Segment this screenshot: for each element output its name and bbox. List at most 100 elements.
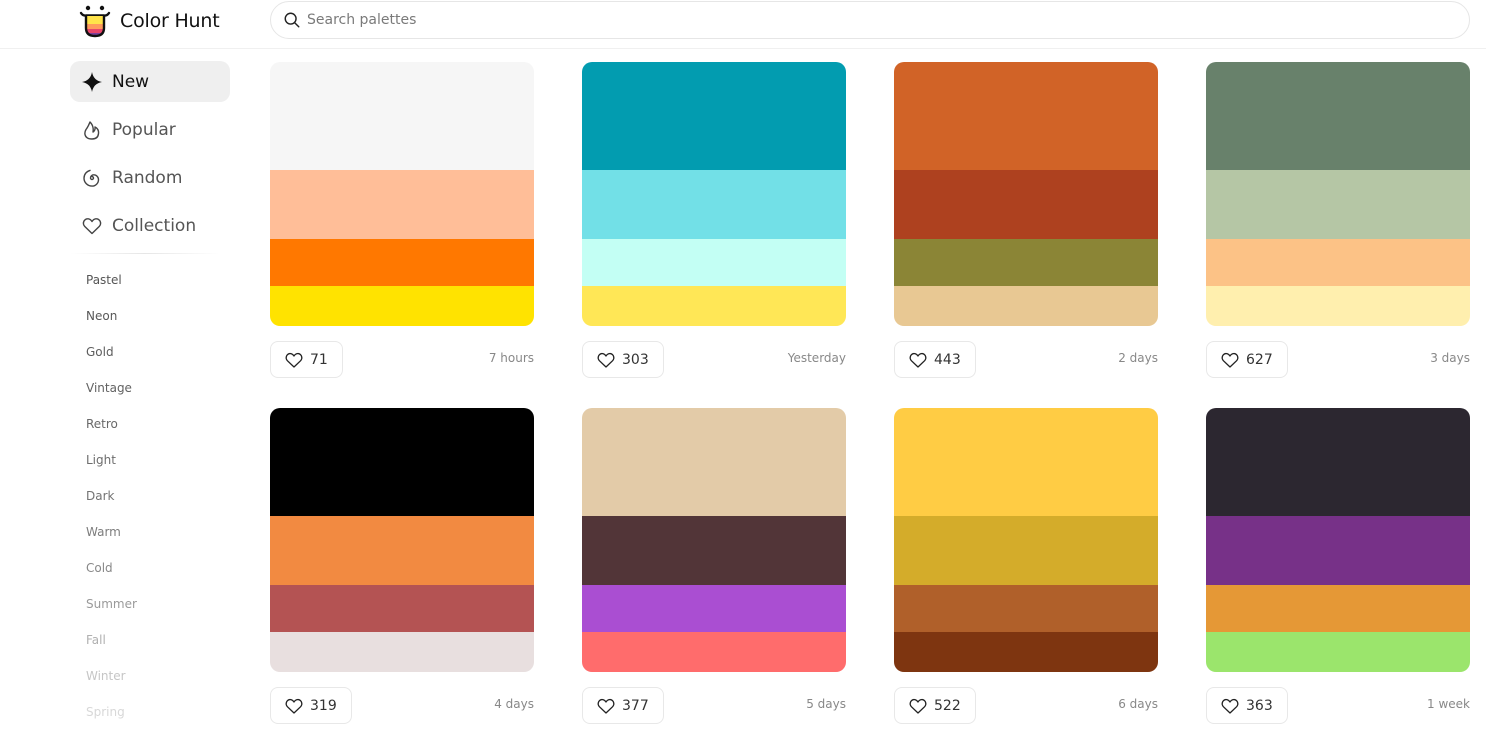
color-swatch[interactable] [270, 286, 534, 326]
color-swatch[interactable] [270, 239, 534, 286]
color-swatch[interactable] [894, 632, 1158, 672]
color-swatch[interactable] [1206, 632, 1470, 672]
color-swatch[interactable] [582, 170, 846, 239]
color-swatch[interactable] [894, 516, 1158, 585]
palette-swatches[interactable] [894, 408, 1158, 672]
like-button[interactable]: 627 [1206, 341, 1288, 378]
color-swatch[interactable] [894, 408, 1158, 516]
palette-footer: 522 6 days [894, 687, 1158, 736]
like-button[interactable]: 303 [582, 341, 664, 378]
heart-icon [82, 217, 102, 234]
logo-text: Color Hunt [120, 10, 220, 32]
color-swatch[interactable] [1206, 408, 1470, 516]
like-count: 377 [622, 697, 649, 714]
color-swatch[interactable] [1206, 170, 1470, 239]
nav-item-new[interactable]: New [70, 61, 230, 102]
like-count: 522 [934, 697, 961, 714]
tag-retro[interactable]: Retro [86, 414, 230, 450]
color-swatch[interactable] [1206, 585, 1470, 632]
tag-dark[interactable]: Dark [86, 486, 230, 522]
tag-light[interactable]: Light [86, 450, 230, 486]
spiral-icon [83, 169, 100, 187]
nav-item-random[interactable]: Random [70, 157, 230, 198]
heart-icon [1221, 698, 1239, 714]
color-swatch[interactable] [1206, 239, 1470, 286]
color-swatch[interactable] [582, 516, 846, 585]
logo-icon [79, 5, 111, 38]
like-count: 363 [1246, 697, 1273, 714]
heart-icon [1221, 352, 1239, 368]
heart-icon [597, 698, 615, 714]
color-swatch[interactable] [270, 516, 534, 585]
color-swatch[interactable] [1206, 516, 1470, 585]
palette-date: 6 days [1118, 697, 1158, 711]
search-input[interactable] [307, 12, 1407, 28]
color-swatch[interactable] [270, 632, 534, 672]
like-button[interactable]: 363 [1206, 687, 1288, 724]
palette-swatches[interactable] [270, 62, 534, 326]
nav-item-popular[interactable]: Popular [70, 109, 230, 150]
color-swatch[interactable] [894, 239, 1158, 286]
color-swatch[interactable] [894, 62, 1158, 170]
heart-icon [909, 698, 927, 714]
heart-icon [285, 352, 303, 368]
flame-icon [84, 120, 100, 140]
color-swatch[interactable] [582, 286, 846, 326]
color-swatch[interactable] [270, 62, 534, 170]
color-swatch[interactable] [270, 585, 534, 632]
color-swatch[interactable] [1206, 286, 1470, 326]
nav-label: New [112, 71, 150, 92]
search-icon [284, 12, 300, 28]
sparkle-icon [82, 71, 102, 92]
color-swatch[interactable] [582, 632, 846, 672]
tag-pastel[interactable]: Pastel [86, 270, 230, 306]
palette-swatches[interactable] [270, 408, 534, 672]
palette-footer: 627 3 days [1206, 341, 1470, 393]
search-bar[interactable] [270, 1, 1470, 39]
like-button[interactable]: 71 [270, 341, 343, 378]
header: Color Hunt [0, 0, 1486, 49]
palette-footer: 303 Yesterday [582, 341, 846, 393]
color-swatch[interactable] [1206, 62, 1470, 170]
color-swatch[interactable] [894, 286, 1158, 326]
palette-swatches[interactable] [582, 62, 846, 326]
like-button[interactable]: 319 [270, 687, 352, 724]
color-swatch[interactable] [894, 170, 1158, 239]
palette-date: 2 days [1118, 351, 1158, 365]
like-button[interactable]: 377 [582, 687, 664, 724]
tag-spring[interactable]: Spring [86, 702, 230, 736]
tag-warm[interactable]: Warm [86, 522, 230, 558]
palette-date: 5 days [806, 697, 846, 711]
palette-swatches[interactable] [582, 408, 846, 672]
tag-vintage[interactable]: Vintage [86, 378, 230, 414]
palette-footer: 71 7 hours [270, 341, 534, 393]
heart-icon [597, 352, 615, 368]
tag-fall[interactable]: Fall [86, 630, 230, 666]
tag-cold[interactable]: Cold [86, 558, 230, 594]
like-button[interactable]: 522 [894, 687, 976, 724]
tag-gold[interactable]: Gold [86, 342, 230, 378]
color-swatch[interactable] [582, 239, 846, 286]
palette-date: 3 days [1430, 351, 1470, 365]
tag-summer[interactable]: Summer [86, 594, 230, 630]
like-button[interactable]: 443 [894, 341, 976, 378]
color-swatch[interactable] [582, 62, 846, 170]
nav-label: Random [112, 167, 183, 188]
color-swatch[interactable] [270, 408, 534, 516]
color-swatch[interactable] [582, 408, 846, 516]
tag-winter[interactable]: Winter [86, 666, 230, 702]
tag-neon[interactable]: Neon [86, 306, 230, 342]
palette-swatches[interactable] [1206, 62, 1470, 326]
nav-label: Collection [112, 215, 197, 236]
color-swatch[interactable] [894, 585, 1158, 632]
palette-footer: 377 5 days [582, 687, 846, 736]
color-swatch[interactable] [582, 585, 846, 632]
palette-card: 71 7 hours [270, 62, 534, 393]
nav-item-collection[interactable]: Collection [70, 205, 230, 246]
color-swatch[interactable] [270, 170, 534, 239]
palette-footer: 319 4 days [270, 687, 534, 736]
palette-swatches[interactable] [1206, 408, 1470, 672]
palette-swatches[interactable] [894, 62, 1158, 326]
palette-date: 1 week [1427, 697, 1470, 711]
logo[interactable]: Color Hunt [78, 3, 220, 39]
